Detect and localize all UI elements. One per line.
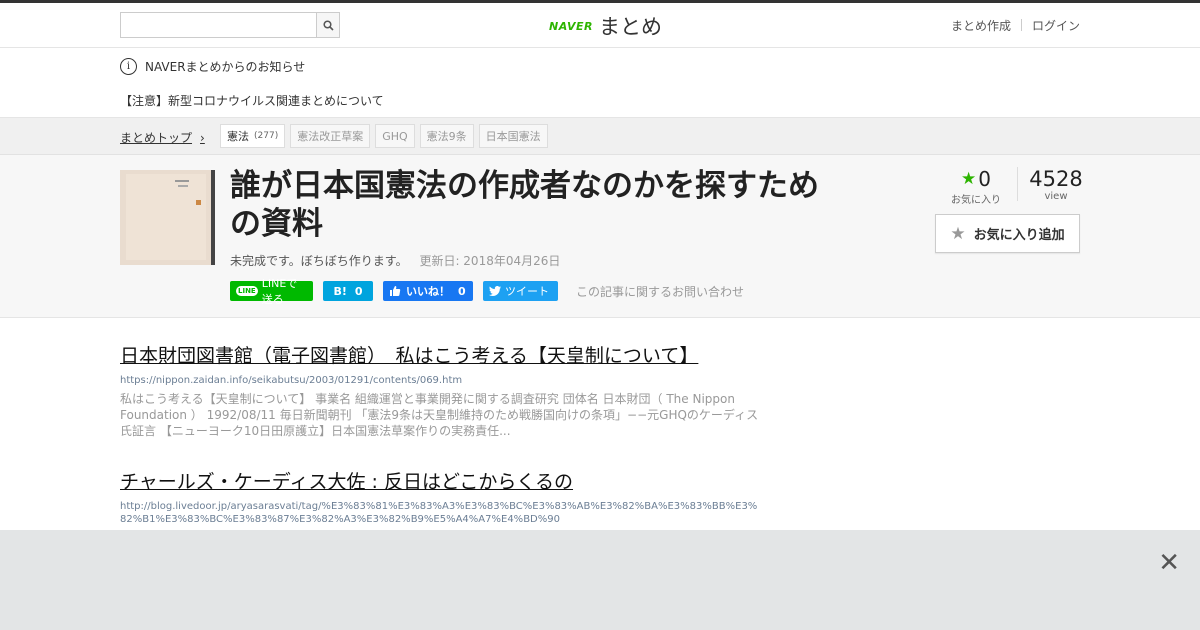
star-icon: ★ bbox=[961, 169, 977, 189]
thumbnail-mark bbox=[196, 200, 201, 205]
logo-text: まとめ bbox=[598, 15, 662, 39]
add-favorite-label: お気に入り追加 bbox=[973, 228, 1065, 243]
star-icon: ★ bbox=[950, 223, 966, 244]
tweet-label: ツイート bbox=[505, 285, 549, 298]
link-title[interactable]: チャールズ・ケーディス大佐 : 反日はどこからくるの bbox=[120, 467, 760, 494]
search-input[interactable] bbox=[120, 12, 316, 38]
close-icon[interactable]: ✕ bbox=[1158, 548, 1180, 578]
updated-date: 更新日: 2018年04月26日 bbox=[419, 254, 561, 268]
site-logo[interactable]: NAVER まとめ bbox=[549, 11, 662, 41]
breadcrumb-home-label: まとめトップ bbox=[120, 131, 193, 145]
tag-count: (277) bbox=[254, 131, 279, 141]
article-meta: 未完成です。ぼちぼち作ります。 更新日: 2018年04月26日 bbox=[230, 252, 560, 269]
thumbnail-line bbox=[178, 185, 188, 187]
link-title[interactable]: 日本財団図書館（電子図書館） 私はこう考える【天皇制について】 bbox=[120, 341, 760, 368]
header-nav: まとめ作成 ログイン bbox=[941, 17, 1080, 34]
tweet-button[interactable]: ツイート bbox=[483, 281, 558, 301]
tag-list: 憲法 (277) 憲法改正草案 GHQ 憲法9条 日本国憲法 bbox=[220, 124, 553, 148]
tag-item[interactable]: 憲法改正草案 bbox=[290, 124, 371, 148]
notice-title: NAVERまとめからのお知らせ bbox=[145, 60, 306, 74]
twitter-bird-icon bbox=[489, 286, 501, 296]
notice-heading: i NAVERまとめからのお知らせ bbox=[120, 58, 305, 75]
hatena-icon: B! bbox=[333, 284, 347, 298]
views-stat: 4528 view bbox=[1018, 167, 1094, 202]
tag-item[interactable]: 日本国憲法 bbox=[478, 124, 548, 148]
views-label: view bbox=[1044, 191, 1068, 202]
facebook-like-button[interactable]: いいね！ 0 bbox=[383, 281, 473, 301]
create-matome-link[interactable]: まとめ作成 bbox=[941, 17, 1021, 34]
tag-item[interactable]: GHQ bbox=[375, 124, 415, 148]
hatena-count: 0 bbox=[354, 284, 363, 298]
link-url[interactable]: http://blog.livedoor.jp/aryasarasvati/ta… bbox=[120, 500, 760, 526]
list-item: チャールズ・ケーディス大佐 : 反日はどこからくるの http://blog.l… bbox=[120, 467, 760, 530]
thumbs-up-icon bbox=[390, 286, 401, 296]
inquiry-link[interactable]: この記事に関するお問い合わせ bbox=[576, 283, 744, 300]
line-share-button[interactable]: LINE LINEで送る bbox=[230, 277, 313, 306]
thumbnail-document-image bbox=[126, 174, 206, 260]
article-header: 誰が日本国憲法の作成者なのかを探すための資料 未完成です。ぼちぼち作ります。 更… bbox=[0, 155, 1200, 318]
search-button[interactable] bbox=[316, 12, 340, 38]
article-thumbnail bbox=[120, 170, 215, 265]
share-bar: LINE LINEで送る B! 0 いいね！ 0 ツイート この記事に関するお問… bbox=[230, 277, 744, 306]
views-count: 4528 bbox=[1029, 167, 1083, 191]
tag-item[interactable]: 憲法 (277) bbox=[220, 124, 286, 148]
search-icon bbox=[322, 19, 334, 31]
breadcrumb-home[interactable]: まとめトップ › bbox=[120, 129, 205, 146]
add-favorite-button[interactable]: ★ お気に入り追加 bbox=[935, 214, 1080, 253]
facebook-like-label: いいね！ bbox=[406, 285, 450, 298]
search-box bbox=[120, 12, 340, 38]
info-icon: i bbox=[120, 58, 137, 75]
notice-area: i NAVERまとめからのお知らせ 【注意】新型コロナウイルス関連まとめについて bbox=[0, 48, 1200, 118]
login-link[interactable]: ログイン bbox=[1022, 17, 1080, 34]
line-icon: LINE bbox=[236, 286, 258, 296]
list-item: 日本財団図書館（電子図書館） 私はこう考える【天皇制について】 https://… bbox=[120, 341, 760, 439]
facebook-like-count: 0 bbox=[458, 284, 466, 298]
favorites-label: お気に入り bbox=[951, 195, 1001, 206]
chevron-right-icon: › bbox=[200, 130, 205, 145]
favorites-stat: ★ 0 お気に入り bbox=[935, 167, 1018, 206]
hatena-bookmark-button[interactable]: B! 0 bbox=[323, 281, 373, 301]
logo-brand: NAVER bbox=[549, 19, 593, 33]
favorites-count: 0 bbox=[978, 167, 991, 191]
notice-link[interactable]: 【注意】新型コロナウイルス関連まとめについて bbox=[120, 92, 384, 109]
site-header: NAVER まとめ まとめ作成 ログイン bbox=[0, 3, 1200, 48]
breadcrumb: まとめトップ › 憲法 (277) 憲法改正草案 GHQ 憲法9条 日本国憲法 bbox=[0, 118, 1200, 155]
thumbnail-line bbox=[175, 180, 189, 182]
line-share-label: LINEで送る bbox=[261, 277, 298, 306]
link-url[interactable]: https://nippon.zaidan.info/seikabutsu/20… bbox=[120, 374, 760, 387]
article-title: 誰が日本国憲法の作成者なのかを探すための資料 bbox=[230, 168, 819, 242]
tag-item[interactable]: 憲法9条 bbox=[419, 124, 474, 148]
link-description: 私はこう考える【天皇制について】 事業名 組織運営と事業開発に関する調査研究 団… bbox=[120, 392, 759, 438]
article-description: 未完成です。ぼちぼち作ります。 bbox=[230, 254, 408, 268]
tag-label: 憲法 bbox=[227, 130, 249, 143]
ad-overlay: ✕ bbox=[0, 530, 1200, 630]
